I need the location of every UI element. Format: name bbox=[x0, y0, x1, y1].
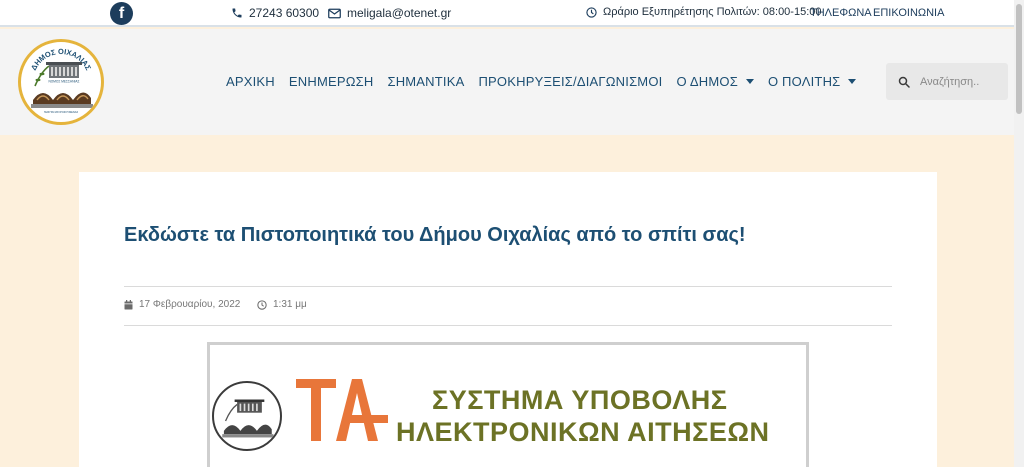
nav-item-important[interactable]: ΣΗΜΑΝΤΙΚΑ bbox=[387, 74, 464, 89]
envelope-icon bbox=[328, 8, 341, 18]
nav-item-tenders[interactable]: ΠΡΟΚΗΡΥΞΕΙΣ/ΔΙΑΓΩΝΙΣΜΟΙ bbox=[478, 74, 662, 89]
phones-link[interactable]: ΤΗΛΕΦΩΝΑ bbox=[810, 7, 872, 19]
contact-link[interactable]: ΕΠΙΚΟΙΝΩΝΙΑ bbox=[873, 7, 944, 19]
banner-municipality-emblem bbox=[212, 381, 282, 451]
search-icon[interactable] bbox=[898, 76, 910, 88]
page-scrollbar[interactable] bbox=[1014, 0, 1024, 467]
municipality-logo[interactable]: ΔΗΜΟΣ ΟΙΧΑΛΙΑΣ ΝΟΜΟΣ ΜΕΣΣΗΝΙΑΣ ΓΕΦΥΡΑ ΜΑ bbox=[18, 39, 104, 125]
email-contact[interactable]: meligala@otenet.gr bbox=[328, 6, 451, 20]
scrollbar-thumb[interactable] bbox=[1016, 4, 1022, 114]
article-time: 1:31 μμ bbox=[257, 299, 307, 310]
ta-mark: ΤΑ bbox=[296, 379, 388, 445]
article-date[interactable]: 17 Φεβρουαρίου, 2022 bbox=[124, 299, 240, 310]
article-title: Εκδώστε τα Πιστοποιητικά του Δήμου Οιχαλ… bbox=[124, 224, 746, 246]
phone-number: 27243 60300 bbox=[249, 6, 320, 20]
time-text: 1:31 μμ bbox=[273, 299, 307, 310]
emblem-graphic bbox=[215, 384, 279, 448]
nav-item-citizen[interactable]: Ο ΠΟΛΙΤΗΣ bbox=[768, 74, 857, 89]
chevron-down-icon bbox=[745, 79, 754, 84]
phone-contact[interactable]: 27243 60300 bbox=[231, 6, 319, 20]
nav-item-news[interactable]: ΕΝΗΜΕΡΩΣΗ bbox=[289, 74, 374, 89]
hours-text: Ωράριο Εξυπηρέτησης Πολιτών: 08:00-15:00 bbox=[603, 6, 822, 18]
divider bbox=[124, 286, 892, 287]
municipality-emblem: ΔΗΜΟΣ ΟΙΧΑΛΙΑΣ ΝΟΜΟΣ ΜΕΣΣΗΝΙΑΣ ΓΕΦΥΡΑ ΜΑ bbox=[23, 44, 99, 120]
calendar-icon bbox=[124, 299, 133, 309]
top-bar: f 27243 60300 meligala@otenet.gr Ωράριο … bbox=[0, 0, 1014, 27]
banner-line-1: ΣΥΣΤΗΜΑ ΥΠΟΒΟΛΗΣ bbox=[432, 385, 728, 415]
opening-hours: Ωράριο Εξυπηρέτησης Πολιτών: 08:00-15:00 bbox=[586, 6, 822, 18]
clock-icon bbox=[257, 299, 267, 310]
banner-line-2: ΗΛΕΚΤΡΟΝΙΚΩΝ ΑΙΤΗΣΕΩΝ bbox=[396, 417, 770, 447]
facebook-icon[interactable]: f bbox=[110, 2, 133, 25]
search-input[interactable] bbox=[920, 75, 1000, 88]
chevron-down-icon bbox=[848, 79, 857, 84]
phone-icon bbox=[232, 8, 242, 18]
article-banner-image: ΤΑ ΣΥΣΤΗΜΑ ΥΠΟΒΟΛΗΣ ΗΛΕΚΤΡΟΝΙΚΩΝ ΑΙΤΗΣΕΩ… bbox=[207, 342, 809, 467]
date-text: 17 Φεβρουαρίου, 2022 bbox=[139, 299, 241, 310]
article-card: Εκδώστε τα Πιστοποιητικά του Δήμου Οιχαλ… bbox=[79, 172, 937, 467]
logo-bottom-text: ΓΕΦΥΡΑ ΜΑΥΡΟΖΟΥΜΕΝΑΣ bbox=[44, 110, 79, 114]
nav-item-home[interactable]: ΑΡΧΙΚΗ bbox=[226, 74, 275, 89]
nav-item-municipality[interactable]: Ο ΔΗΜΟΣ bbox=[676, 74, 754, 89]
ta-mark-label: ΤΑ bbox=[344, 442, 346, 445]
divider bbox=[124, 325, 892, 326]
logo-subtitle-text: ΝΟΜΟΣ ΜΕΣΣΗΝΙΑΣ bbox=[48, 80, 79, 84]
clock-icon bbox=[586, 6, 597, 18]
main-nav: ΑΡΧΙΚΗ ΕΝΗΜΕΡΩΣΗ ΣΗΜΑΝΤΙΚΑ ΠΡΟΚΗΡΥΞΕΙΣ/Δ… bbox=[226, 74, 857, 89]
email-address: meligala@otenet.gr bbox=[347, 6, 452, 20]
site-header: ΔΗΜΟΣ ΟΙΧΑΛΙΑΣ ΝΟΜΟΣ ΜΕΣΣΗΝΙΑΣ ΓΕΦΥΡΑ ΜΑ bbox=[0, 29, 1014, 135]
search-box bbox=[886, 63, 1008, 100]
